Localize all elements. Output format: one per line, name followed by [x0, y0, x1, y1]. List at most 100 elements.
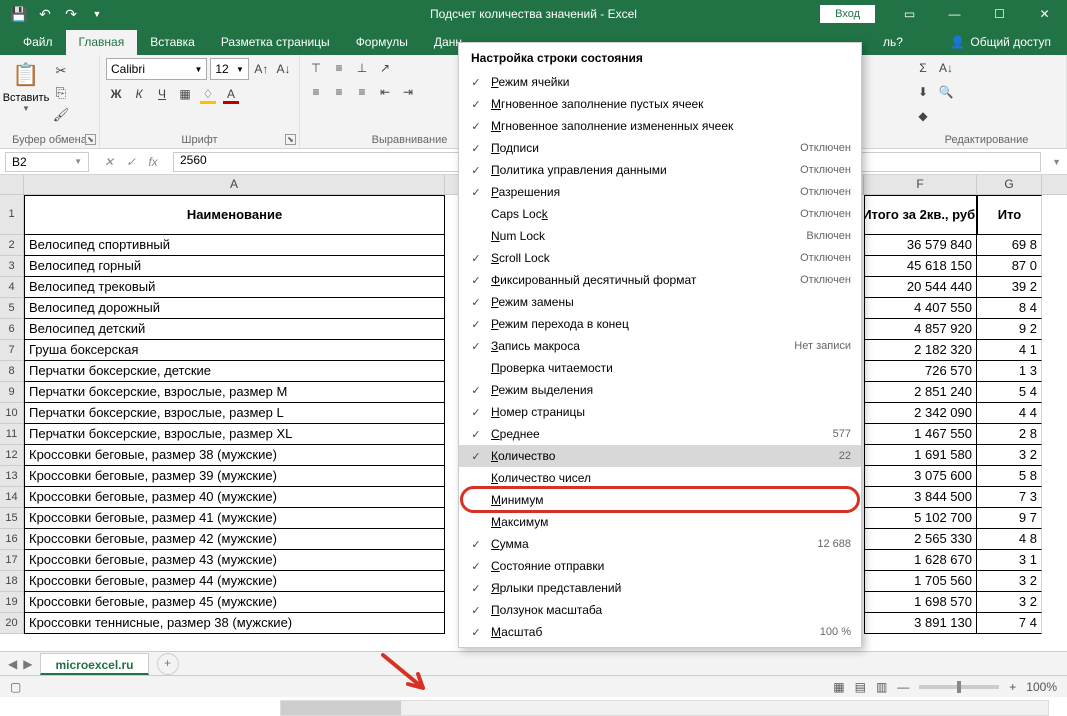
cell[interactable]: Кроссовки беговые, размер 45 (мужские) — [24, 592, 445, 613]
font-color-icon[interactable]: A — [221, 84, 241, 104]
find-icon[interactable]: 🔍 — [936, 82, 956, 102]
align-left-icon[interactable]: ≡ — [306, 82, 326, 102]
minimize-icon[interactable]: — — [932, 0, 977, 28]
cell[interactable]: 3 2 — [977, 445, 1042, 466]
cell[interactable]: 4 1 — [977, 340, 1042, 361]
context-menu-item[interactable]: ✓Режим перехода в конец — [459, 313, 861, 335]
context-menu-item[interactable]: ✓РазрешенияОтключен — [459, 181, 861, 203]
context-menu-item[interactable]: Максимум — [459, 511, 861, 533]
cell[interactable]: 3 844 500 — [864, 487, 977, 508]
tab-file[interactable]: Файл — [10, 30, 66, 55]
header-cell[interactable]: Ито — [977, 195, 1042, 235]
scroll-thumb[interactable] — [281, 701, 401, 715]
row-header[interactable]: 3 — [0, 256, 24, 277]
context-menu-item[interactable]: Минимум — [459, 489, 861, 511]
name-box[interactable]: B2▼ — [5, 152, 89, 172]
row-header[interactable]: 13 — [0, 466, 24, 487]
cell[interactable]: 20 544 440 — [864, 277, 977, 298]
cell[interactable]: Перчатки боксерские, взрослые, размер XL — [24, 424, 445, 445]
cell[interactable]: 3 1 — [977, 550, 1042, 571]
font-size-select[interactable]: 12▼ — [210, 58, 249, 80]
tab-help[interactable]: ль? — [870, 30, 916, 55]
align-middle-icon[interactable]: ≡ — [329, 58, 349, 78]
col-header-F[interactable]: F — [864, 175, 977, 194]
header-cell[interactable]: Итого за 2кв., руб. — [864, 195, 977, 235]
row-header[interactable]: 6 — [0, 319, 24, 340]
context-menu-item[interactable]: Количество чисел — [459, 467, 861, 489]
context-menu-item[interactable]: Caps LockОтключен — [459, 203, 861, 225]
col-header-G[interactable]: G — [977, 175, 1042, 194]
context-menu-item[interactable]: ✓Состояние отправки — [459, 555, 861, 577]
cell[interactable]: 1 698 570 — [864, 592, 977, 613]
cell[interactable]: 9 7 — [977, 508, 1042, 529]
cell[interactable]: Велосипед трековый — [24, 277, 445, 298]
tab-formulas[interactable]: Формулы — [343, 30, 421, 55]
font-name-select[interactable]: Calibri▼ — [106, 58, 207, 80]
cell[interactable]: Кроссовки теннисные, размер 38 (мужские) — [24, 613, 445, 634]
cell[interactable]: 3 2 — [977, 571, 1042, 592]
chevron-down-icon[interactable]: ▼ — [1046, 157, 1067, 167]
cell[interactable]: 4 857 920 — [864, 319, 977, 340]
tab-home[interactable]: Главная — [66, 30, 138, 55]
tab-insert[interactable]: Вставка — [137, 30, 208, 55]
enter-icon[interactable]: ✓ — [121, 155, 141, 169]
cell[interactable]: Перчатки боксерские, взрослые, размер M — [24, 382, 445, 403]
cell[interactable]: 1 467 550 — [864, 424, 977, 445]
tab-nav-next-icon[interactable]: ▶ — [23, 657, 32, 671]
view-normal-icon[interactable]: ▦ — [833, 680, 844, 694]
cell[interactable]: 5 4 — [977, 382, 1042, 403]
context-menu-item[interactable]: ✓Scroll LockОтключен — [459, 247, 861, 269]
fill-color-icon[interactable]: ♢ — [198, 84, 218, 104]
undo-icon[interactable]: ↶ — [34, 3, 56, 25]
cell[interactable]: Перчатки боксерские, взрослые, размер L — [24, 403, 445, 424]
orientation-icon[interactable]: ↗ — [375, 58, 395, 78]
select-all-corner[interactable] — [0, 175, 24, 194]
cell[interactable]: Кроссовки беговые, размер 38 (мужские) — [24, 445, 445, 466]
zoom-in-icon[interactable]: + — [1009, 680, 1016, 694]
cell[interactable]: 45 618 150 — [864, 256, 977, 277]
cell[interactable]: 1 3 — [977, 361, 1042, 382]
clear-icon[interactable]: ◆ — [913, 106, 933, 126]
row-header[interactable]: 9 — [0, 382, 24, 403]
context-menu-item[interactable]: ✓Фиксированный десятичный форматОтключен — [459, 269, 861, 291]
cell[interactable]: 8 4 — [977, 298, 1042, 319]
cell[interactable]: 7 3 — [977, 487, 1042, 508]
col-header-A[interactable]: A — [24, 175, 445, 194]
copy-icon[interactable]: ⎘ — [50, 83, 72, 103]
cell[interactable]: 9 2 — [977, 319, 1042, 340]
zoom-slider[interactable] — [919, 685, 999, 689]
row-header[interactable]: 15 — [0, 508, 24, 529]
ribbon-options-icon[interactable]: ▭ — [887, 0, 932, 28]
view-break-icon[interactable]: ▥ — [876, 680, 887, 694]
cell[interactable]: Кроссовки беговые, размер 39 (мужские) — [24, 466, 445, 487]
maximize-icon[interactable]: ☐ — [977, 0, 1022, 28]
context-menu-item[interactable]: ✓Мгновенное заполнение измененных ячеек — [459, 115, 861, 137]
cut-icon[interactable]: ✂ — [50, 61, 72, 81]
cell[interactable]: 39 2 — [977, 277, 1042, 298]
cell[interactable]: Велосипед дорожный — [24, 298, 445, 319]
context-menu-item[interactable]: ✓Масштаб100 % — [459, 621, 861, 643]
cell[interactable]: 36 579 840 — [864, 235, 977, 256]
cell[interactable]: 3 891 130 — [864, 613, 977, 634]
context-menu-item[interactable]: ✓Среднее577 — [459, 423, 861, 445]
context-menu-item[interactable]: ✓Сумма12 688 — [459, 533, 861, 555]
cell[interactable]: Груша боксерская — [24, 340, 445, 361]
login-button[interactable]: Вход — [820, 5, 875, 23]
row-header[interactable]: 16 — [0, 529, 24, 550]
cell[interactable]: 1 705 560 — [864, 571, 977, 592]
cell[interactable]: 3 2 — [977, 592, 1042, 613]
underline-button[interactable]: Ч — [152, 84, 172, 104]
row-header[interactable]: 5 — [0, 298, 24, 319]
cell[interactable]: Велосипед детский — [24, 319, 445, 340]
cancel-icon[interactable]: ✕ — [99, 155, 119, 169]
view-layout-icon[interactable]: ▤ — [855, 680, 866, 694]
context-menu-item[interactable]: ✓Запись макросаНет записи — [459, 335, 861, 357]
cell[interactable]: 5 8 — [977, 466, 1042, 487]
context-menu-item[interactable]: ✓ПодписиОтключен — [459, 137, 861, 159]
dialog-launcher-icon[interactable]: ⬊ — [285, 134, 296, 145]
context-menu-item[interactable]: Num LockВключен — [459, 225, 861, 247]
cell[interactable]: 2 8 — [977, 424, 1042, 445]
share-button[interactable]: 👤Общий доступ — [937, 30, 1067, 55]
sheet-tab[interactable]: microexcel.ru — [40, 653, 148, 675]
cell[interactable]: Кроссовки беговые, размер 44 (мужские) — [24, 571, 445, 592]
